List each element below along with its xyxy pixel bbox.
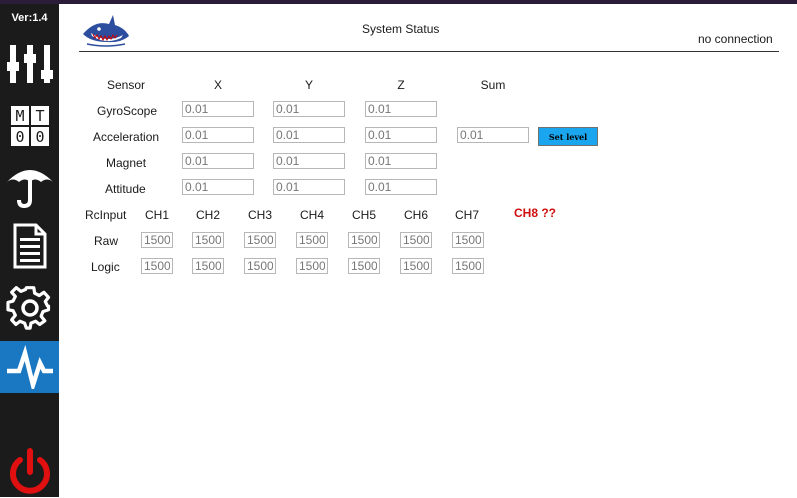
logic-ch1-field[interactable]: [141, 258, 173, 274]
rcinput-header: RcInput: [85, 208, 127, 222]
magnet-label: Magnet: [106, 156, 147, 170]
set-level-button[interactable]: Set level: [538, 127, 598, 146]
gyroscope-z-field[interactable]: [365, 101, 437, 117]
connection-status: no connection: [698, 32, 773, 46]
magnet-x-field[interactable]: [182, 153, 254, 169]
raw-ch5-field[interactable]: [348, 232, 380, 248]
nav-system-status[interactable]: [0, 341, 59, 393]
attitude-z-field[interactable]: [365, 179, 437, 195]
sidebar: Ver:1.4 M T 0 0: [0, 4, 59, 497]
mt-digit-1: 0: [15, 128, 24, 146]
ch3-header: CH3: [247, 208, 272, 222]
ch4-header: CH4: [299, 208, 324, 222]
nav-umbrella[interactable]: [0, 158, 59, 210]
mt00-icon: M T 0 0: [10, 106, 49, 146]
nav-mt00[interactable]: M T 0 0: [0, 100, 59, 152]
logic-ch5-field[interactable]: [348, 258, 380, 274]
raw-label: Raw: [94, 234, 119, 248]
z-header: Z: [397, 78, 405, 92]
sliders-icon: [6, 45, 53, 83]
acceleration-z-field[interactable]: [365, 127, 437, 143]
mt-digit-2: 0: [35, 128, 44, 146]
acceleration-label: Acceleration: [93, 130, 160, 144]
raw-ch4-field[interactable]: [296, 232, 328, 248]
logic-ch3-field[interactable]: [244, 258, 276, 274]
acceleration-sum-field[interactable]: [457, 127, 529, 143]
raw-ch3-field[interactable]: [244, 232, 276, 248]
acceleration-y-field[interactable]: [273, 127, 345, 143]
header-divider: [79, 51, 779, 52]
page-title: System Status: [362, 22, 440, 36]
raw-ch2-field[interactable]: [192, 232, 224, 248]
power-icon: [9, 448, 50, 494]
gyroscope-x-field[interactable]: [182, 101, 254, 117]
raw-ch6-field[interactable]: [400, 232, 432, 248]
logic-ch7-field[interactable]: [452, 258, 484, 274]
logic-ch4-field[interactable]: [296, 258, 328, 274]
attitude-label: Attitude: [105, 182, 146, 196]
ch7-header: CH7: [454, 208, 479, 222]
acceleration-x-field[interactable]: [182, 127, 254, 143]
shark-logo: [83, 15, 129, 47]
version-label: Ver:1.4: [11, 12, 48, 24]
y-header: Y: [304, 78, 313, 92]
main-panel: System Status no connection Sensor X Y Z…: [59, 4, 797, 497]
mt-letter-t: T: [35, 107, 44, 125]
document-icon: [13, 223, 46, 269]
gyroscope-y-field[interactable]: [273, 101, 345, 117]
umbrella-icon: [6, 170, 53, 208]
sum-header: Sum: [480, 78, 506, 92]
mt-letter-m: M: [15, 107, 24, 125]
logic-ch6-field[interactable]: [400, 258, 432, 274]
raw-ch1-field[interactable]: [141, 232, 173, 248]
pulse-icon: [6, 345, 53, 389]
ch2-header: CH2: [195, 208, 220, 222]
logic-ch2-field[interactable]: [192, 258, 224, 274]
ch1-header: CH1: [144, 208, 169, 222]
nav-sliders[interactable]: [0, 38, 59, 90]
attitude-y-field[interactable]: [273, 179, 345, 195]
nav-document[interactable]: [0, 220, 59, 272]
logic-label: Logic: [91, 260, 120, 274]
nav-power[interactable]: [0, 446, 59, 498]
x-header: X: [213, 78, 222, 92]
attitude-x-field[interactable]: [182, 179, 254, 195]
gear-icon: [5, 286, 50, 330]
raw-ch7-field[interactable]: [452, 232, 484, 248]
ch5-header: CH5: [351, 208, 376, 222]
magnet-z-field[interactable]: [365, 153, 437, 169]
ch8-warning-label: CH8 ??: [514, 206, 556, 220]
magnet-y-field[interactable]: [273, 153, 345, 169]
ch6-header: CH6: [403, 208, 428, 222]
gyroscope-label: GyroScope: [97, 104, 158, 118]
sensor-header: Sensor: [107, 78, 146, 92]
nav-settings[interactable]: [0, 282, 59, 334]
